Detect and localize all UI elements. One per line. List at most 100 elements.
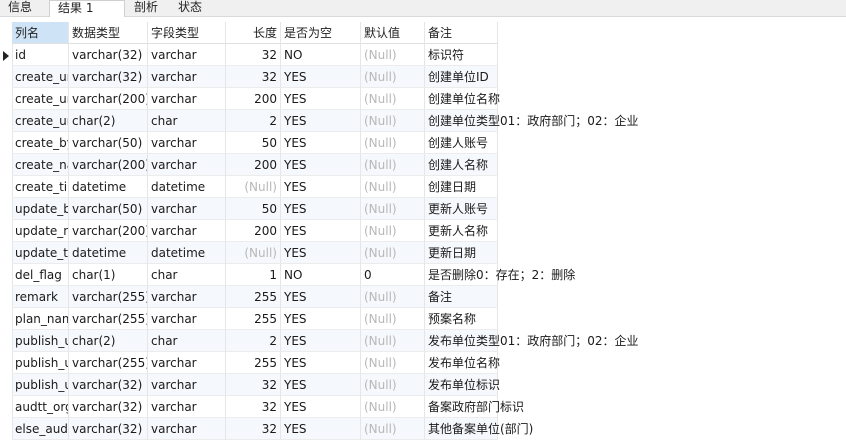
- cell-comment[interactable]: 更新日期: [425, 242, 498, 264]
- table-row[interactable]: del_flag char(1) char 1 NO 0 是否删除0：存在；2：删除: [0, 264, 575, 286]
- cell-length[interactable]: 50: [226, 132, 281, 154]
- table-row[interactable]: create_ur varchar(200) varchar 200 YES (Null)…: [0, 88, 500, 110]
- cell-data-type[interactable]: varchar(32): [69, 44, 148, 66]
- cell-column-name[interactable]: audtt_org: [12, 396, 69, 418]
- cell-nullable[interactable]: YES: [281, 308, 361, 330]
- cell-comment[interactable]: 创建日期: [425, 176, 498, 198]
- cell-field-type[interactable]: varchar: [148, 220, 226, 242]
- cell-nullable[interactable]: YES: [281, 220, 361, 242]
- cell-data-type[interactable]: varchar(200): [69, 88, 148, 110]
- cell-nullable[interactable]: YES: [281, 242, 361, 264]
- cell-comment[interactable]: 创建单位类型01：政府部门；02：企业: [425, 110, 639, 132]
- cell-column-name[interactable]: update_n: [12, 220, 69, 242]
- cell-field-type[interactable]: varchar: [148, 154, 226, 176]
- cell-default-value[interactable]: (Null): [361, 44, 425, 66]
- table-row[interactable]: update_ti datetime datetime (Null) YES (Null)…: [0, 242, 498, 264]
- table-row[interactable]: id varchar(32) varchar 32 NO (Null) 标识符: [0, 44, 498, 66]
- cell-column-name[interactable]: update_b: [12, 198, 69, 220]
- cell-data-type[interactable]: char(1): [69, 264, 148, 286]
- cell-nullable[interactable]: YES: [281, 198, 361, 220]
- cell-field-type[interactable]: varchar: [148, 44, 226, 66]
- cell-default-value[interactable]: (Null): [361, 374, 425, 396]
- cell-column-name[interactable]: create_na: [12, 154, 69, 176]
- cell-nullable[interactable]: NO: [281, 264, 361, 286]
- cell-default-value[interactable]: (Null): [361, 132, 425, 154]
- cell-length[interactable]: 32: [226, 396, 281, 418]
- header-default-value[interactable]: 默认值: [361, 22, 425, 44]
- cell-comment[interactable]: 创建单位名称: [425, 88, 500, 110]
- cell-comment[interactable]: 其他备案单位(部门): [425, 418, 533, 440]
- cell-length[interactable]: (Null): [226, 242, 281, 264]
- cell-field-type[interactable]: varchar: [148, 132, 226, 154]
- cell-field-type[interactable]: varchar: [148, 198, 226, 220]
- cell-comment[interactable]: 标识符: [425, 44, 498, 66]
- table-row[interactable]: audtt_org varchar(32) varchar 32 YES (Null) 备案…: [0, 396, 524, 418]
- table-row[interactable]: else_audt varchar(32) varchar 32 YES (Null) 其他…: [0, 418, 533, 440]
- cell-nullable[interactable]: YES: [281, 374, 361, 396]
- table-row[interactable]: create_by varchar(50) varchar 50 YES (Null) 创建…: [0, 132, 498, 154]
- cell-field-type[interactable]: varchar: [148, 308, 226, 330]
- cell-default-value[interactable]: (Null): [361, 352, 425, 374]
- cell-default-value[interactable]: (Null): [361, 66, 425, 88]
- cell-field-type[interactable]: varchar: [148, 418, 226, 440]
- cell-column-name[interactable]: publish_u: [12, 330, 69, 352]
- cell-column-name[interactable]: else_audt: [12, 418, 69, 440]
- cell-default-value[interactable]: (Null): [361, 308, 425, 330]
- cell-nullable[interactable]: YES: [281, 286, 361, 308]
- cell-length[interactable]: 32: [226, 418, 281, 440]
- cell-length[interactable]: 32: [226, 374, 281, 396]
- cell-nullable[interactable]: NO: [281, 44, 361, 66]
- tab-result-1[interactable]: 结果 1: [49, 0, 125, 17]
- cell-length[interactable]: 255: [226, 308, 281, 330]
- cell-data-type[interactable]: varchar(200): [69, 154, 148, 176]
- table-row[interactable]: create_ur char(2) char 2 YES (Null) 创建单位类型01：政…: [0, 110, 639, 132]
- header-field-type[interactable]: 字段类型: [148, 22, 226, 44]
- cell-comment[interactable]: 备案政府部门标识: [425, 396, 524, 418]
- cell-field-type[interactable]: datetime: [148, 242, 226, 264]
- cell-data-type[interactable]: char(2): [69, 330, 148, 352]
- cell-length[interactable]: 255: [226, 352, 281, 374]
- cell-length[interactable]: 50: [226, 198, 281, 220]
- table-row[interactable]: plan_nam varchar(255) varchar 255 YES (Null) 预…: [0, 308, 498, 330]
- cell-column-name[interactable]: create_ur: [12, 66, 69, 88]
- cell-default-value[interactable]: (Null): [361, 88, 425, 110]
- table-row[interactable]: create_ur varchar(32) varchar 32 YES (Null) 创建…: [0, 66, 498, 88]
- table-row[interactable]: update_b varchar(50) varchar 50 YES (Null) 更新人…: [0, 198, 498, 220]
- cell-default-value[interactable]: (Null): [361, 330, 425, 352]
- table-row[interactable]: publish_u varchar(32) varchar 32 YES (Null) 发布…: [0, 374, 500, 396]
- table-row[interactable]: create_tir datetime datetime (Null) YES (Null…: [0, 176, 498, 198]
- header-length[interactable]: 长度: [226, 22, 281, 44]
- tab-status[interactable]: 状态: [170, 0, 218, 16]
- cell-column-name[interactable]: del_flag: [12, 264, 69, 286]
- cell-length[interactable]: 1: [226, 264, 281, 286]
- cell-length[interactable]: 200: [226, 154, 281, 176]
- cell-default-value[interactable]: (Null): [361, 286, 425, 308]
- table-row[interactable]: create_na varchar(200) varchar 200 YES (Null)…: [0, 154, 498, 176]
- table-row[interactable]: publish_u varchar(255) varchar 255 YES (Null)…: [0, 352, 500, 374]
- cell-data-type[interactable]: varchar(32): [69, 374, 148, 396]
- cell-default-value[interactable]: (Null): [361, 154, 425, 176]
- cell-comment[interactable]: 发布单位标识: [425, 374, 500, 396]
- cell-field-type[interactable]: char: [148, 110, 226, 132]
- cell-length[interactable]: 200: [226, 88, 281, 110]
- table-row[interactable]: remark varchar(255) varchar 255 YES (Null) 备注: [0, 286, 498, 308]
- header-comment[interactable]: 备注: [425, 22, 498, 44]
- cell-data-type[interactable]: datetime: [69, 176, 148, 198]
- cell-field-type[interactable]: varchar: [148, 396, 226, 418]
- cell-default-value[interactable]: (Null): [361, 418, 425, 440]
- cell-column-name[interactable]: id: [12, 44, 69, 66]
- cell-data-type[interactable]: varchar(255): [69, 352, 148, 374]
- cell-field-type[interactable]: char: [148, 330, 226, 352]
- cell-column-name[interactable]: create_ur: [12, 110, 69, 132]
- cell-column-name[interactable]: update_ti: [12, 242, 69, 264]
- header-column-name[interactable]: 列名: [12, 22, 69, 44]
- cell-nullable[interactable]: YES: [281, 418, 361, 440]
- cell-field-type[interactable]: datetime: [148, 176, 226, 198]
- cell-data-type[interactable]: varchar(50): [69, 198, 148, 220]
- cell-column-name[interactable]: remark: [12, 286, 69, 308]
- tab-info[interactable]: 信息: [0, 0, 48, 16]
- cell-length[interactable]: 32: [226, 44, 281, 66]
- cell-length[interactable]: 255: [226, 286, 281, 308]
- cell-nullable[interactable]: YES: [281, 396, 361, 418]
- cell-comment[interactable]: 备注: [425, 286, 498, 308]
